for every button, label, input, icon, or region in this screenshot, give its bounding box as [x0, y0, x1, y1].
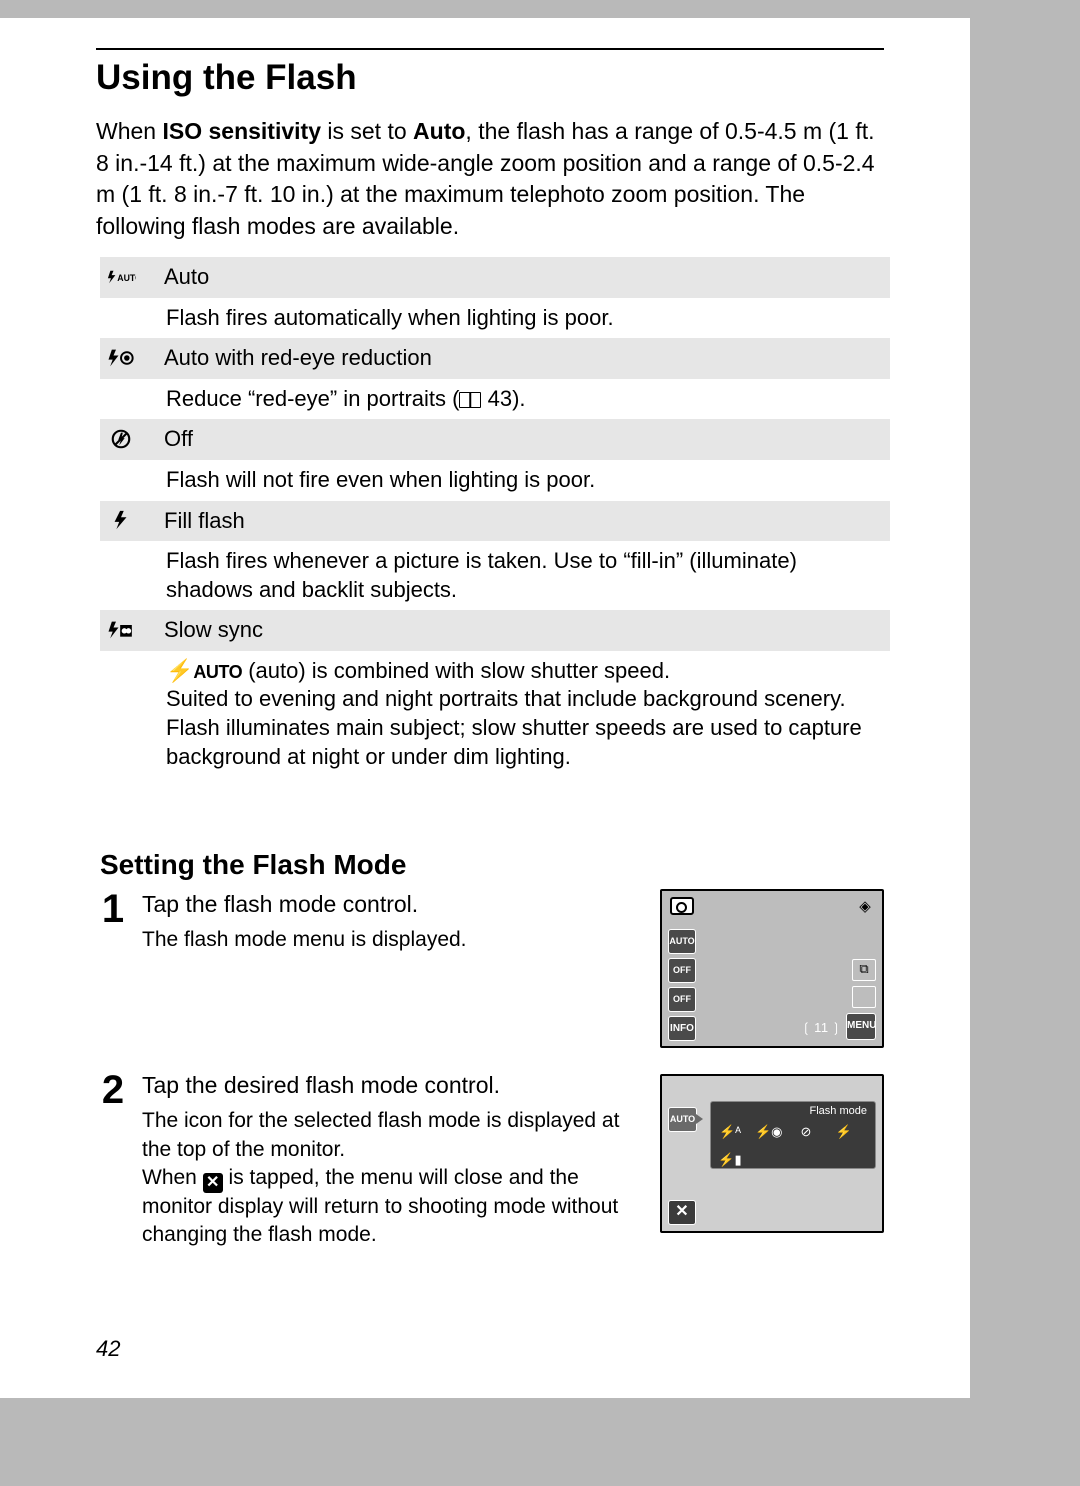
- page-ref-number: 43: [488, 386, 512, 411]
- flash-off-label: Off: [158, 419, 890, 460]
- page-ref-icon: [459, 392, 481, 408]
- step-2-desc: The icon for the selected flash mode is …: [142, 1107, 642, 1249]
- panel-flash-off-icon: ⊘: [793, 1124, 819, 1140]
- panel-flash-auto-icon: ⚡ᴬ: [717, 1124, 743, 1140]
- step-2-number: 2: [96, 1070, 130, 1249]
- flash-slowsync-label: Slow sync: [158, 610, 890, 651]
- focus-af-icon: ◈: [856, 897, 874, 915]
- auto-chip-selected: AUTO: [668, 1107, 697, 1132]
- menu-chip: MENU: [846, 1013, 876, 1040]
- step-1-number: 1: [96, 889, 130, 1048]
- setting-flash-mode-heading: Setting the Flash Mode: [100, 849, 884, 881]
- panel-flash-fill-icon: ⚡: [831, 1124, 857, 1140]
- exposure-comp-chip: ⧉: [852, 959, 876, 981]
- flash-auto-icon: AUTO: [100, 257, 158, 298]
- flash-off-desc: Flash will not fire even when lighting i…: [158, 460, 890, 501]
- flash-redeye-label: Auto with red-eye reduction: [158, 338, 890, 379]
- macro-off-chip: OFF: [668, 987, 696, 1012]
- burst-chip: [852, 986, 876, 1008]
- flash-fill-desc: Flash fires whenever a picture is taken.…: [158, 541, 890, 610]
- auto-mode-chip: AUTO: [668, 929, 696, 954]
- camera-icon: [670, 897, 694, 915]
- flash-redeye-icon: [100, 338, 158, 379]
- screen-illustration-1: ◈ AUTO OFF OFF INFO ⧉ MENU 11: [660, 889, 884, 1048]
- intro-paragraph: When ISO sensitivity is set to Auto, the…: [96, 116, 884, 243]
- info-chip: INFO: [668, 1016, 696, 1041]
- panel-flash-slowsync-icon: ⚡▮: [717, 1152, 743, 1168]
- step-1-desc: The flash mode menu is displayed.: [142, 926, 642, 954]
- frame-count: 11: [801, 1020, 842, 1036]
- flash-panel-title: Flash mode: [810, 1105, 867, 1117]
- step-1-heading: Tap the flash mode control.: [142, 889, 642, 920]
- flash-redeye-desc: Reduce “red-eye” in portraits: [166, 386, 452, 411]
- top-rule: [96, 48, 884, 50]
- timer-off-chip: OFF: [668, 958, 696, 983]
- flash-off-icon: [100, 419, 158, 460]
- step-2-heading: Tap the desired flash mode control.: [142, 1070, 642, 1101]
- flash-auto-label: Auto: [158, 257, 890, 298]
- flash-fill-icon: [100, 501, 158, 542]
- flash-mode-panel: Flash mode ⚡ᴬ ⚡◉ ⊘ ⚡ ⚡▮: [710, 1101, 876, 1169]
- page-title: Using the Flash: [96, 58, 884, 98]
- page-number: 42: [96, 1336, 120, 1362]
- flash-modes-table: AUTO Auto Flash fires automatically when…: [100, 257, 890, 777]
- flash-slowsync-desc: ⚡AUTO (auto) is combined with slow shutt…: [158, 651, 890, 777]
- svg-text:AUTO: AUTO: [117, 272, 136, 282]
- panel-flash-redeye-icon: ⚡◉: [755, 1124, 781, 1140]
- close-panel-chip: ✕: [668, 1200, 696, 1225]
- flash-fill-label: Fill flash: [158, 501, 890, 542]
- flash-slowsync-icon: [100, 610, 158, 651]
- screen-illustration-2: AUTO Flash mode ⚡ᴬ ⚡◉ ⊘ ⚡ ⚡▮ ✕: [660, 1074, 884, 1233]
- x-close-icon: ✕: [203, 1173, 223, 1193]
- flash-auto-desc: Flash fires automatically when lighting …: [158, 298, 890, 339]
